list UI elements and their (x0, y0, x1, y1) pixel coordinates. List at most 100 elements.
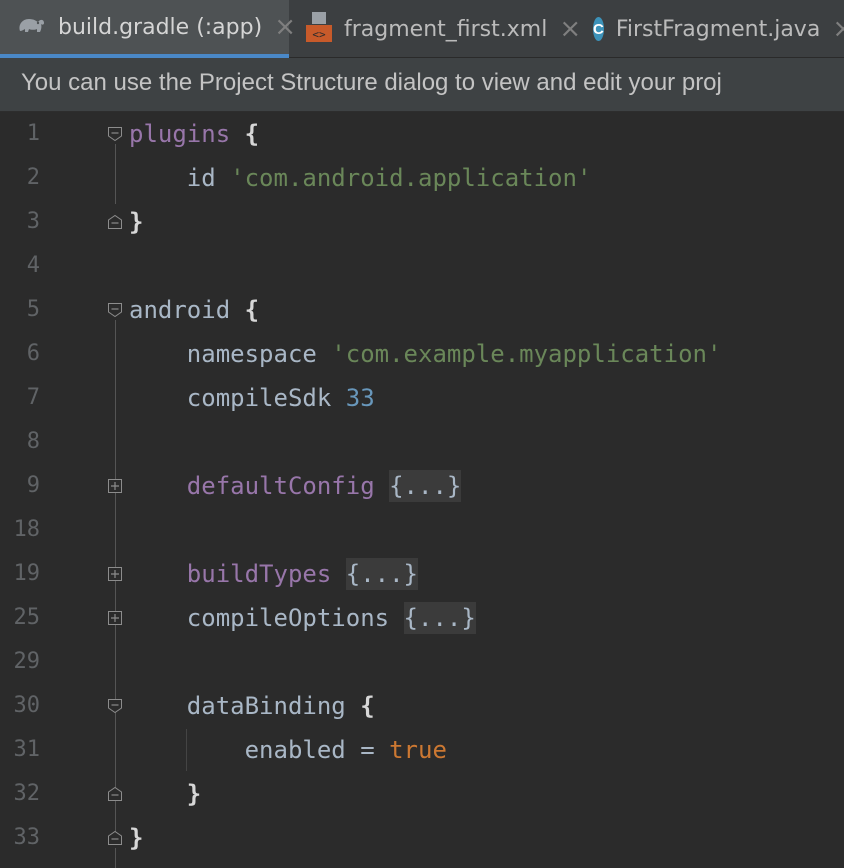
code-token: 'com.example.myapplication' (331, 340, 722, 368)
fold-close-icon[interactable] (107, 830, 123, 846)
fold-open-icon[interactable] (107, 126, 123, 142)
folded-region[interactable]: {...} (389, 470, 462, 502)
xml-layout-icon: <> (306, 12, 332, 46)
fold-open-icon[interactable] (107, 698, 123, 714)
code-line[interactable]: 19 buildTypes {...} (0, 552, 844, 596)
fold-close-icon[interactable] (107, 786, 123, 802)
code-text: plugins { (129, 112, 259, 156)
tab-first-fragment-java[interactable]: C FirstFragment.java × (593, 0, 844, 58)
code-text: compileSdk 33 (129, 376, 375, 420)
line-number: 6 (26, 341, 40, 366)
gradle-elephant-icon (16, 13, 46, 41)
line-number: 1 (26, 121, 40, 146)
editor-tab-bar: build.gradle (:app) × <> fragment_first.… (0, 0, 844, 58)
java-class-icon: C (593, 17, 604, 41)
code-line[interactable]: 30 dataBinding { (0, 684, 844, 728)
line-number: 9 (26, 473, 40, 498)
code-text: defaultConfig {...} (129, 464, 462, 508)
code-token: } (129, 208, 144, 236)
code-line[interactable]: 2 id 'com.android.application' (0, 156, 844, 200)
code-token: defaultConfig (186, 472, 375, 500)
code-text: enabled = true (129, 728, 447, 772)
code-line[interactable]: 5 android { (0, 288, 844, 332)
code-line[interactable]: 4 (0, 244, 844, 288)
code-token: 33 (345, 384, 375, 412)
code-token: { (360, 692, 375, 720)
notification-text: You can use the Project Structure dialog… (21, 69, 722, 96)
line-number: 3 (26, 209, 40, 234)
fold-open-icon[interactable] (107, 302, 123, 318)
fold-expand-icon[interactable] (107, 610, 123, 626)
tab-fragment-first-xml[interactable]: <> fragment_first.xml × (306, 0, 581, 58)
code-token: } (186, 780, 202, 808)
code-text: android { (129, 288, 259, 332)
line-number: 30 (13, 693, 41, 718)
code-text: compileOptions {...} (129, 596, 476, 640)
code-token: namespace (129, 340, 332, 368)
code-line[interactable]: 7 compileSdk 33 (0, 376, 844, 420)
project-structure-notification: You can use the Project Structure dialog… (0, 58, 844, 112)
folded-region[interactable]: {...} (345, 558, 418, 590)
close-icon[interactable]: × (274, 14, 296, 40)
code-line[interactable]: 31 enabled = true (0, 728, 844, 772)
code-token: enabled = (129, 736, 390, 764)
code-text: } (129, 772, 201, 816)
line-number: 18 (13, 517, 41, 542)
code-text: id 'com.android.application' (129, 156, 592, 200)
line-number: 7 (26, 385, 40, 410)
code-line[interactable]: 3} (0, 200, 844, 244)
code-line[interactable]: 32 } (0, 772, 844, 816)
code-line[interactable]: 18 (0, 508, 844, 552)
line-number: 33 (13, 825, 41, 850)
line-number: 5 (26, 297, 40, 322)
code-token: compileOptions (129, 604, 404, 632)
tab-build-gradle[interactable]: build.gradle (:app) × (0, 0, 296, 58)
code-token: { (244, 120, 260, 148)
code-text: namespace 'com.example.myapplication' (129, 332, 722, 376)
code-token: plugins (129, 120, 231, 148)
code-text: } (129, 816, 143, 860)
folded-region[interactable]: {...} (403, 602, 476, 634)
code-line[interactable]: 33} (0, 816, 844, 860)
code-token: compileSdk (129, 384, 346, 412)
code-line[interactable]: 1 plugins { (0, 112, 844, 156)
code-line[interactable]: 25 compileOptions {...} (0, 596, 844, 640)
line-number: 19 (13, 561, 41, 586)
code-text: } (129, 200, 143, 244)
fold-expand-icon[interactable] (107, 566, 123, 582)
line-number: 25 (13, 605, 41, 630)
code-editor[interactable]: 1 plugins {2 id 'com.android.application'… (0, 112, 844, 868)
line-number: 8 (26, 429, 40, 454)
code-line[interactable]: 6 namespace 'com.example.myapplication' (0, 332, 844, 376)
code-token: dataBinding (129, 692, 361, 720)
code-token: android (129, 296, 245, 324)
line-number: 2 (26, 165, 40, 190)
code-text: dataBinding { (129, 684, 375, 728)
code-text: buildTypes {...} (129, 552, 418, 596)
fold-close-icon[interactable] (107, 214, 123, 230)
line-number: 29 (13, 649, 41, 674)
tab-label: build.gradle (:app) (58, 14, 263, 40)
code-token: { (244, 296, 260, 324)
close-icon[interactable]: × (559, 16, 581, 42)
close-icon[interactable]: × (832, 16, 844, 42)
code-token: } (129, 824, 144, 852)
code-token: buildTypes (186, 560, 332, 588)
code-line[interactable]: 29 (0, 640, 844, 684)
line-number: 4 (26, 253, 40, 278)
code-line[interactable]: 8 (0, 420, 844, 464)
fold-expand-icon[interactable] (107, 478, 123, 494)
svg-text:<>: <> (312, 28, 326, 41)
code-line[interactable]: 9 defaultConfig {...} (0, 464, 844, 508)
code-token: id (129, 164, 231, 192)
line-number: 32 (13, 781, 41, 806)
tab-label: fragment_first.xml (344, 16, 548, 42)
code-token: true (389, 736, 447, 764)
code-token: 'com.android.application' (230, 164, 592, 192)
